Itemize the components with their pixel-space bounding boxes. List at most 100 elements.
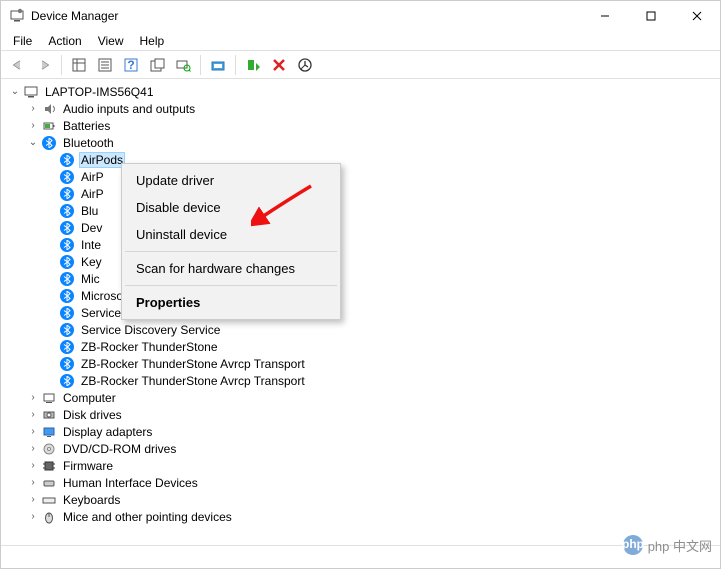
tree-label[interactable]: Dev	[79, 221, 104, 235]
tree-label[interactable]: ZB-Rocker ThunderStone	[79, 340, 220, 354]
tree-label[interactable]: DVD/CD-ROM drives	[61, 442, 178, 456]
expander-icon[interactable]: ›	[25, 424, 41, 440]
tree-device-item[interactable]: ZB-Rocker ThunderStone Avrcp Transport	[3, 355, 718, 372]
tree-category[interactable]: › Mice and other pointing devices	[3, 508, 718, 525]
expander-icon[interactable]: ›	[25, 118, 41, 134]
tree-label[interactable]: Keyboards	[61, 493, 122, 507]
expander-icon[interactable]: ⌄	[25, 135, 41, 151]
tree-label[interactable]: Service Discovery Service	[79, 323, 222, 337]
tree-label[interactable]: Disk drives	[61, 408, 124, 422]
show-hidden-button[interactable]	[67, 53, 91, 77]
expander-icon[interactable]: ⌄	[7, 84, 23, 100]
tree-label[interactable]: Computer	[61, 391, 118, 405]
tree-device-item[interactable]: Service Discovery Service	[3, 321, 718, 338]
tree-label[interactable]: Key	[79, 255, 104, 269]
context-menu: Update driver Disable device Uninstall d…	[121, 163, 341, 320]
tree-device-item[interactable]: Blu	[3, 202, 718, 219]
nav-forward-button[interactable]	[32, 53, 56, 77]
tree-category[interactable]: › Disk drives	[3, 406, 718, 423]
uninstall-device-button[interactable]	[267, 53, 291, 77]
properties-button[interactable]	[93, 53, 117, 77]
bluetooth-icon	[59, 220, 75, 236]
tree-label[interactable]: Display adapters	[61, 425, 154, 439]
tree-category[interactable]: › Keyboards	[3, 491, 718, 508]
tree-label[interactable]: Bluetooth	[61, 136, 116, 150]
tree-device-item[interactable]: Microsoft Bluetooth LE Enumerator	[3, 287, 718, 304]
tree-label[interactable]: Inte	[79, 238, 103, 252]
expander-icon[interactable]: ›	[25, 441, 41, 457]
tree-category[interactable]: › Batteries	[3, 117, 718, 134]
tree-category[interactable]: › Human Interface Devices	[3, 474, 718, 491]
window-title: Device Manager	[31, 9, 582, 23]
tree-label[interactable]: Human Interface Devices	[61, 476, 200, 490]
ctx-properties[interactable]: Properties	[124, 289, 338, 316]
maximize-button[interactable]	[628, 1, 674, 31]
help-button[interactable]: ?	[119, 53, 143, 77]
watermark: php php 中文网	[622, 534, 712, 556]
tree-label[interactable]: Audio inputs and outputs	[61, 102, 197, 116]
expander-icon[interactable]: ›	[25, 407, 41, 423]
tree-category[interactable]: › Computer	[3, 389, 718, 406]
tree-label[interactable]: AirPods	[79, 152, 125, 168]
menu-file[interactable]: File	[5, 32, 40, 50]
toolbar: ?	[1, 51, 720, 79]
ctx-update-driver[interactable]: Update driver	[124, 167, 338, 194]
hid-icon	[41, 475, 57, 491]
bluetooth-icon	[41, 135, 57, 151]
close-button[interactable]	[674, 1, 720, 31]
menu-action[interactable]: Action	[40, 32, 89, 50]
tree-device-item[interactable]: AirP	[3, 168, 718, 185]
tree-label[interactable]: Mice and other pointing devices	[61, 510, 234, 524]
tree-category[interactable]: › Firmware	[3, 457, 718, 474]
device-tree[interactable]: ⌄ LAPTOP-IMS56Q41 › Audio inputs and out…	[1, 79, 720, 546]
tree-device-item[interactable]: Mic	[3, 270, 718, 287]
bluetooth-icon	[59, 373, 75, 389]
nav-back-button[interactable]	[6, 53, 30, 77]
action-button[interactable]	[145, 53, 169, 77]
bluetooth-icon	[59, 356, 75, 372]
battery-icon	[41, 118, 57, 134]
ctx-uninstall-device[interactable]: Uninstall device	[124, 221, 338, 248]
ctx-scan-hardware[interactable]: Scan for hardware changes	[124, 255, 338, 282]
tree-device-item[interactable]: ZB-Rocker ThunderStone Avrcp Transport	[3, 372, 718, 389]
tree-label[interactable]: AirP	[79, 187, 106, 201]
tree-label[interactable]: Batteries	[61, 119, 112, 133]
tree-root[interactable]: ⌄ LAPTOP-IMS56Q41	[3, 83, 718, 100]
minimize-button[interactable]	[582, 1, 628, 31]
tree-device-item[interactable]: Key	[3, 253, 718, 270]
tree-label[interactable]: LAPTOP-IMS56Q41	[43, 85, 156, 99]
expander-icon[interactable]: ›	[25, 458, 41, 474]
tree-device-item[interactable]: ZB-Rocker ThunderStone	[3, 338, 718, 355]
tree-device-item[interactable]: AirPods	[3, 151, 718, 168]
mouse-icon	[41, 509, 57, 525]
tree-device-item[interactable]: Inte	[3, 236, 718, 253]
tree-label[interactable]: AirP	[79, 170, 106, 184]
expander-icon[interactable]: ›	[25, 475, 41, 491]
tree-category[interactable]: › Display adapters	[3, 423, 718, 440]
tree-device-item[interactable]: AirP	[3, 185, 718, 202]
ctx-separator	[125, 285, 337, 286]
expander-icon[interactable]: ›	[25, 390, 41, 406]
menu-help[interactable]: Help	[132, 32, 173, 50]
tree-category[interactable]: › DVD/CD-ROM drives	[3, 440, 718, 457]
update-driver-button[interactable]	[206, 53, 230, 77]
bluetooth-icon	[59, 339, 75, 355]
enable-device-button[interactable]	[241, 53, 265, 77]
expander-icon[interactable]: ›	[25, 101, 41, 117]
tree-label[interactable]: Blu	[79, 204, 100, 218]
tree-label[interactable]: ZB-Rocker ThunderStone Avrcp Transport	[79, 357, 307, 371]
tree-category-bluetooth[interactable]: ⌄ Bluetooth	[3, 134, 718, 151]
tree-label[interactable]: Mic	[79, 272, 102, 286]
menu-view[interactable]: View	[90, 32, 132, 50]
ctx-disable-device[interactable]: Disable device	[124, 194, 338, 221]
bluetooth-icon	[59, 271, 75, 287]
expander-icon[interactable]: ›	[25, 509, 41, 525]
expander-icon[interactable]: ›	[25, 492, 41, 508]
tree-label[interactable]: Firmware	[61, 459, 115, 473]
disable-device-button[interactable]	[293, 53, 317, 77]
tree-label[interactable]: ZB-Rocker ThunderStone Avrcp Transport	[79, 374, 307, 388]
tree-category[interactable]: › Audio inputs and outputs	[3, 100, 718, 117]
scan-button[interactable]	[171, 53, 195, 77]
tree-device-item[interactable]: Service Discovery Service	[3, 304, 718, 321]
tree-device-item[interactable]: Dev	[3, 219, 718, 236]
